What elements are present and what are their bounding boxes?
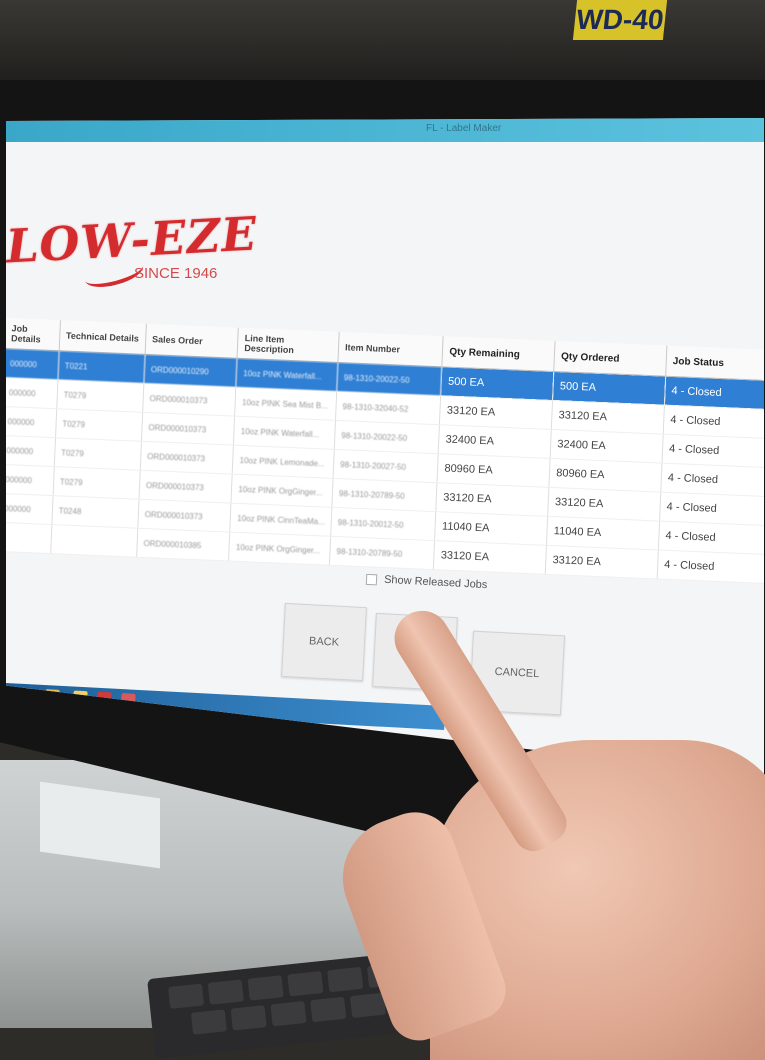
back-button[interactable]: BACK [281, 602, 367, 682]
table-cell: 80960 EA [437, 453, 551, 488]
column-header[interactable]: Technical Details [58, 320, 147, 355]
table-cell [50, 524, 138, 558]
show-released-label: Show Released Jobs [383, 573, 488, 592]
table-cell: ORD000010373 [142, 383, 237, 417]
column-header[interactable]: Qty Remaining [442, 336, 556, 372]
app-window: FL - Label Maker LOW-EZE SINCE 1946 Job … [6, 118, 764, 778]
table-cell: 33120 EA [439, 395, 553, 430]
table-cell: 33120 EA [433, 540, 547, 575]
table-cell: 80960 EA [549, 458, 663, 493]
jobs-table: Job Details Technical Details Sales Orde… [6, 318, 764, 585]
table-cell: 11040 EA [546, 516, 660, 551]
table-cell: T0221 [57, 350, 146, 384]
table-cell: 98-1310-20022-50 [334, 420, 440, 454]
table-cell: 4 - Closed [663, 405, 764, 439]
table-cell: T0279 [54, 437, 142, 471]
table-cell: T0248 [51, 495, 139, 529]
table-cell: 98-1310-20027-50 [333, 449, 439, 483]
table-cell: 10oz PINK Lemonade... [232, 445, 335, 479]
table-cell: ORD000010373 [137, 499, 232, 533]
table-cell: 10oz PINK OrgGinger... [228, 532, 331, 566]
column-header[interactable]: Line Item Description [237, 327, 340, 363]
show-released-checkbox[interactable] [365, 573, 378, 585]
column-header[interactable]: Job Details [6, 318, 61, 351]
table-cell: 11040 EA [434, 511, 548, 546]
table-cell: 98-1310-32040-52 [335, 391, 441, 425]
table-cell: 33120 EA [545, 545, 659, 579]
table-cell: 33120 EA [551, 400, 665, 435]
table-cell: ORD000010373 [140, 441, 234, 475]
table-cell: 33120 EA [436, 482, 550, 517]
column-header[interactable]: Item Number [337, 331, 444, 367]
table-cell: 000000 [6, 406, 57, 438]
table-cell: ORD000010373 [138, 470, 233, 504]
column-header[interactable]: Qty Ordered [553, 341, 667, 377]
table-cell: 4 - Closed [658, 521, 764, 555]
table-cell: T0279 [56, 379, 144, 413]
window-title: FL - Label Maker [426, 123, 502, 134]
table-cell: 10oz PINK Waterfall... [236, 358, 338, 392]
table-cell: 98-1310-20022-50 [336, 362, 443, 396]
table-cell: T0279 [55, 408, 143, 442]
table-cell: 000000 [6, 464, 55, 496]
column-header[interactable]: Job Status [665, 345, 764, 381]
table-cell: 000000 [6, 348, 59, 380]
table-cell: 98-1310-20789-50 [331, 478, 438, 512]
table-cell: ORD000010385 [136, 528, 231, 562]
table-cell: 4 - Closed [664, 376, 764, 410]
table-body: 000000 T0221 ORD000010290 10oz PINK Wate… [6, 348, 764, 584]
table-cell: 4 - Closed [659, 492, 764, 526]
table-cell: 10oz PINK Waterfall... [233, 416, 336, 450]
table-cell: 000000 [6, 493, 53, 525]
table-cell: 32400 EA [438, 424, 552, 459]
table-cell: 500 EA [440, 366, 554, 401]
column-header[interactable]: Sales Order [145, 323, 239, 359]
table-cell: 10oz PINK CinnTeaMa... [230, 503, 332, 537]
background-sign: WD-40 [572, 0, 668, 40]
table-cell: 10oz PINK OrgGinger... [231, 474, 334, 508]
table-cell [6, 522, 52, 554]
table-cell: 32400 EA [550, 429, 664, 464]
table-cell: ORD000010373 [141, 412, 235, 446]
window-titlebar: FL - Label Maker [6, 118, 764, 142]
table-cell: 500 EA [552, 371, 666, 406]
table-cell: 33120 EA [547, 487, 661, 522]
table-cell: T0279 [52, 466, 141, 500]
table-cell: 4 - Closed [662, 434, 764, 468]
show-released-jobs-toggle[interactable]: Show Released Jobs [365, 573, 488, 592]
table-cell: 000000 [6, 377, 58, 409]
table-cell: 98-1310-20012-50 [330, 507, 437, 541]
table-cell: 10oz PINK Sea Mist B... [234, 387, 337, 421]
table-cell: 000000 [6, 435, 56, 467]
table-cell: 98-1310-20789-50 [329, 536, 435, 570]
table-cell: 4 - Closed [657, 550, 764, 584]
table-cell: ORD000010290 [143, 354, 238, 388]
logo-since: SINCE 1946 [134, 265, 218, 282]
table-cell: 4 - Closed [660, 463, 764, 497]
